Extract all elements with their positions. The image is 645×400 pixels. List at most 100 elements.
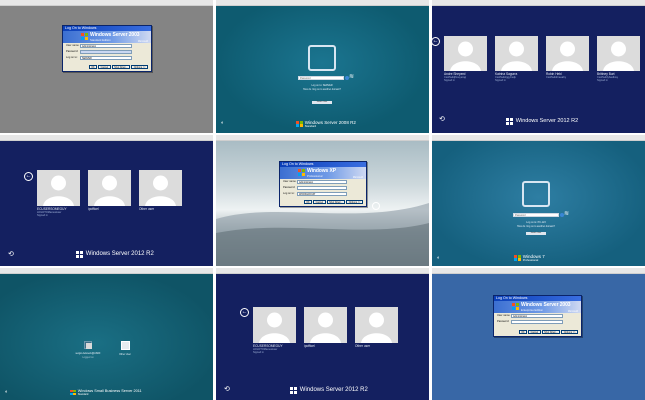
user-tile[interactable]: ipofficel bbox=[88, 170, 131, 220]
shut-down-button[interactable]: Shut Down... bbox=[541, 330, 561, 334]
cancel-button[interactable]: Cancel bbox=[528, 330, 541, 334]
user-tile[interactable]: Robin Hebl Cssffwddrneeaby bbox=[546, 36, 589, 86]
product-brand: Windows 7 Professional bbox=[514, 254, 545, 262]
microsoft-logo: Microsoft bbox=[567, 310, 578, 313]
password-field[interactable]: Password bbox=[298, 76, 344, 80]
user-tile[interactable]: ECUSERSOMEGUY HOLDTOManualuser Signed in bbox=[253, 307, 296, 357]
account-tile[interactable] bbox=[84, 341, 92, 349]
user-name-field[interactable]: Administrator bbox=[297, 180, 347, 184]
ease-of-access-icon[interactable]: ⟲ bbox=[8, 251, 14, 259]
password-label: Password: bbox=[283, 186, 296, 189]
logon-dialog: Log On to Windows Windows Server 2003 St… bbox=[62, 25, 152, 72]
other-user-tile[interactable] bbox=[121, 341, 130, 350]
other-user-label: Other User bbox=[119, 353, 131, 356]
product-edition: Enterprise Edition bbox=[521, 308, 544, 312]
dialog-buttons: OK Cancel Shut Down... Options << bbox=[88, 65, 148, 69]
ease-of-access-icon[interactable]: ⟲ bbox=[224, 386, 230, 394]
user-name-field[interactable]: Administrator bbox=[511, 314, 563, 318]
user-name: ipofficel bbox=[88, 207, 99, 211]
windows-flag-icon bbox=[512, 303, 519, 310]
tile-small-business-server-2011: sergio.deboeck@ASDF Logged on Other User… bbox=[0, 268, 213, 400]
user-tile[interactable]: Andre Sheperd Cssffwddjfmeyerqq Signed i… bbox=[444, 36, 487, 86]
account-name: sergio.deboeck@ASDF bbox=[75, 352, 101, 355]
password-row: Password: bbox=[283, 186, 363, 191]
dialog-banner: Windows Server 2003 Standard Edition Mic… bbox=[63, 31, 151, 43]
network-icon[interactable]: ≋ bbox=[564, 211, 569, 217]
logon-dialog: Log On to Windows Windows Server 2003 En… bbox=[493, 295, 582, 337]
user-tile[interactable]: Other user bbox=[139, 170, 182, 220]
another-domain-link[interactable]: How do I log on to another domain? bbox=[496, 225, 576, 228]
dialog-buttons: OK Cancel Shut Down... Options >> bbox=[518, 330, 578, 334]
ease-of-access-icon[interactable]: ◐ bbox=[437, 254, 440, 262]
ease-of-access-icon[interactable]: ◐ bbox=[221, 119, 224, 127]
tile-server-2012-r2-three-users: ← ECUSERSOMEGUY HOLDTOManualuser Signed … bbox=[0, 135, 213, 266]
ok-button[interactable]: OK bbox=[88, 65, 98, 69]
dialog-banner: Windows XP Professional Microsoft bbox=[280, 167, 366, 179]
product-edition: Standard bbox=[304, 124, 317, 128]
log-on-to-label: Log on to: bbox=[66, 56, 78, 59]
user-tile[interactable]: Brittney Burt Cssffwddyfwelkwy Signed in bbox=[597, 36, 640, 86]
password-field[interactable] bbox=[511, 320, 563, 324]
ok-button[interactable]: OK bbox=[518, 330, 528, 334]
log-on-to-select[interactable]: SERVER bbox=[80, 56, 132, 60]
user-tile[interactable]: Katrina Sagurra Cssffwdsfggytnejk Signed… bbox=[495, 36, 538, 86]
user-name-field[interactable]: Administrator bbox=[80, 44, 132, 48]
windows-flag-icon bbox=[81, 33, 88, 40]
user-avatar bbox=[546, 36, 589, 71]
user-status: Signed in bbox=[37, 214, 48, 217]
user-avatar bbox=[253, 307, 296, 343]
user-picture-frame bbox=[522, 181, 550, 207]
options-button[interactable]: Options >> bbox=[561, 330, 578, 334]
user-tile[interactable]: ECUSERSOMEGUY HOLDTOManualuser Signed in bbox=[37, 170, 80, 220]
log-on-to-select[interactable]: WORKGROUP bbox=[297, 192, 347, 196]
password-field[interactable] bbox=[297, 186, 347, 190]
cancel-button[interactable]: Cancel bbox=[98, 65, 111, 69]
user-tile[interactable]: ipofficel bbox=[304, 307, 347, 357]
ok-button[interactable]: OK bbox=[303, 200, 313, 204]
back-arrow-icon[interactable]: ← bbox=[240, 308, 249, 317]
cancel-button[interactable]: Cancel bbox=[313, 200, 326, 204]
user-avatar bbox=[495, 36, 538, 71]
back-arrow-icon[interactable]: ← bbox=[24, 172, 33, 181]
windows-logo-icon bbox=[70, 389, 76, 396]
user-avatar bbox=[37, 170, 80, 206]
options-button[interactable]: Options << bbox=[346, 200, 363, 204]
user-tile[interactable]: Other user bbox=[355, 307, 398, 357]
product-brand: Windows Server 2012 R2 bbox=[506, 118, 578, 125]
user-picture-frame bbox=[308, 45, 336, 71]
user-status: Signed in bbox=[495, 79, 506, 82]
password-row: Password: bbox=[66, 50, 148, 55]
shut-down-button[interactable]: Shut Down... bbox=[326, 200, 346, 204]
user-name: Other user bbox=[355, 344, 371, 348]
another-domain-link[interactable]: How do I log on to another domain? bbox=[282, 88, 362, 91]
shut-down-button[interactable]: Shut Down... bbox=[111, 65, 131, 69]
windows-logo-icon bbox=[296, 120, 303, 128]
windows-logo-icon bbox=[290, 387, 297, 394]
product-brand: Windows Server 2008 R2 Standard bbox=[296, 120, 356, 128]
switch-user-button[interactable]: Switch User bbox=[312, 101, 332, 104]
user-avatar bbox=[355, 307, 398, 343]
switch-user-button[interactable]: Switch User bbox=[526, 232, 546, 235]
password-field[interactable]: Password bbox=[513, 213, 559, 217]
power-icon[interactable] bbox=[372, 202, 380, 210]
product-name: Windows Server 2012 R2 bbox=[85, 251, 154, 258]
product-name: Windows Server 2012 R2 bbox=[515, 118, 579, 125]
network-icon[interactable]: ≋ bbox=[349, 74, 354, 80]
product-edition: Standard Edition bbox=[90, 38, 111, 42]
user-status: Signed in bbox=[444, 79, 455, 82]
ease-of-access-icon[interactable]: ◐ bbox=[5, 388, 8, 396]
back-arrow-icon[interactable]: ← bbox=[432, 37, 440, 46]
user-account: Cssffwddrneeaby bbox=[546, 76, 566, 79]
microsoft-logo: Microsoft bbox=[352, 176, 363, 179]
log-on-to-text: Log on to: SERVER bbox=[311, 84, 333, 87]
password-field[interactable] bbox=[80, 50, 132, 54]
options-button[interactable]: Options << bbox=[131, 65, 148, 69]
dialog-buttons: OK Cancel Shut Down... Options << bbox=[303, 200, 363, 204]
password-label: Password: bbox=[66, 50, 79, 53]
password-row: Password: bbox=[497, 320, 578, 325]
user-name: Other user bbox=[139, 207, 155, 211]
log-on-to-label: Log on to: bbox=[283, 192, 295, 195]
log-on-to-text: Log on to: PC-123 bbox=[526, 221, 546, 224]
ease-of-access-icon[interactable]: ⟲ bbox=[439, 116, 445, 124]
user-avatar bbox=[304, 307, 347, 343]
